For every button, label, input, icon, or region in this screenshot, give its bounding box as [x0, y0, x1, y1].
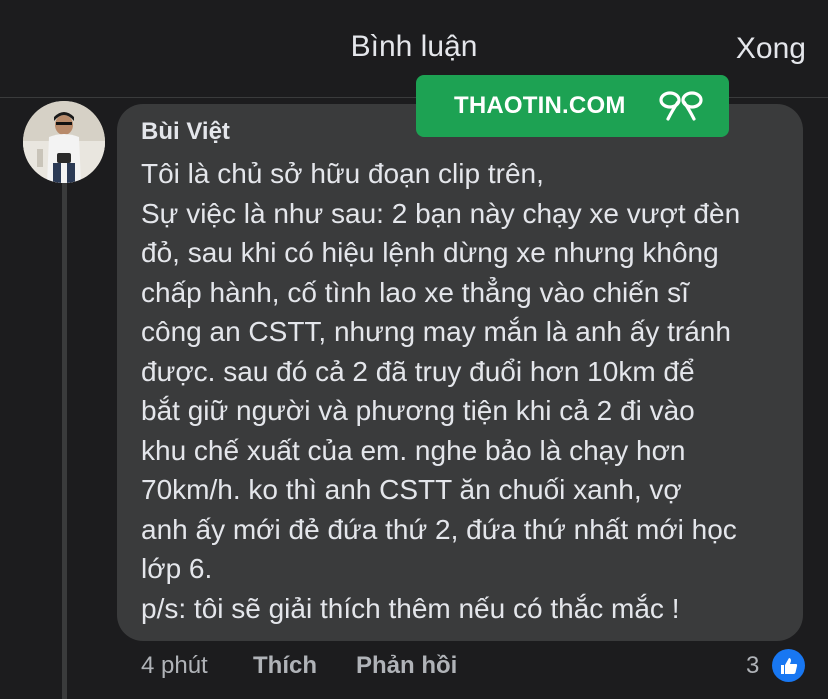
- comment-line: công an CSTT, nhưng may mắn là anh ấy tr…: [141, 316, 731, 347]
- comment-line: Tôi là chủ sở hữu đoạn clip trên,: [141, 158, 544, 189]
- ribbon-icon: [656, 89, 706, 128]
- thumbs-up-icon[interactable]: [772, 649, 805, 682]
- comment-line: khu chế xuất của em. nghe bảo là chạy hơ…: [141, 434, 686, 466]
- watermark-badge: THAOTIN.COM: [416, 75, 729, 137]
- comment-line: bắt giữ người và phương tiện khi cả 2 đi…: [141, 395, 695, 426]
- comment-line: đỏ, sau khi có hiệu lệnh dừng xe nhưng k…: [141, 237, 719, 268]
- avatar[interactable]: [23, 101, 105, 183]
- comment-line: 70km/h. ko thì anh CSTT ăn chuối xanh, v…: [141, 474, 682, 505]
- avatar-photo: [23, 101, 105, 183]
- page-title: Bình luận: [350, 30, 478, 63]
- comment-line: được. sau đó cả 2 đã truy đuổi hơn 10km …: [141, 355, 695, 387]
- comment-line: lớp 6.: [141, 553, 213, 584]
- comment-author[interactable]: Bùi Việt: [141, 118, 230, 146]
- done-button[interactable]: Xong: [736, 32, 806, 66]
- watermark-text: THAOTIN.COM: [454, 92, 626, 119]
- reaction-count[interactable]: 3: [746, 652, 759, 680]
- reply-button[interactable]: Phản hồi: [356, 652, 457, 680]
- comment-line: Sự việc là như sau: 2 bạn này chạy xe vư…: [141, 197, 741, 229]
- thread-line: [62, 178, 67, 699]
- comment-line: anh ấy mới đẻ đứa thứ 2, đứa thứ nhất mớ…: [141, 513, 737, 545]
- comment-text: Tôi là chủ sở hữu đoạn clip trên, Sự việ…: [141, 154, 791, 628]
- comment-line: chấp hành, cố tình lao xe thẳng vào chiế…: [141, 276, 689, 308]
- like-button[interactable]: Thích: [253, 652, 317, 680]
- comment-time: 4 phút: [141, 652, 208, 679]
- comment-line: p/s: tôi sẽ giải thích thêm nếu có thắc …: [141, 592, 680, 624]
